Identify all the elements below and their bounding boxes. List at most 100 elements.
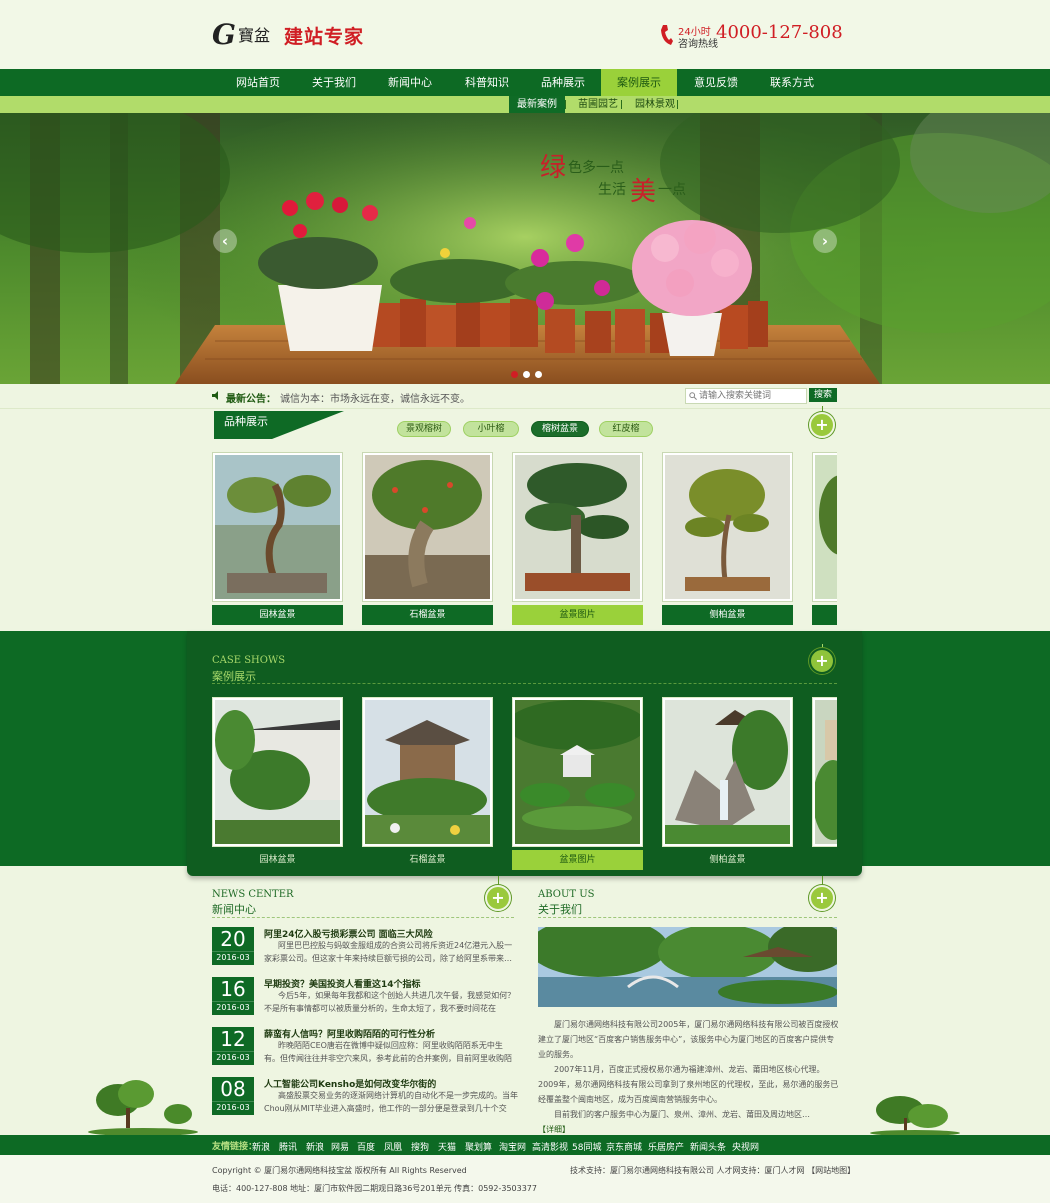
nav-item-feedback[interactable]: 意见反馈 <box>678 69 754 96</box>
hotline: 24小时 咨询热线 4000-127-808 <box>660 22 850 52</box>
news-summary: 阿里巴巴控股与蚂蚁金服组成的合资公司将斥资近24亿港元入股一家彩票公司。但这家十… <box>264 941 513 963</box>
banner-image <box>0 113 1050 384</box>
variety-card[interactable]: 盆景图片 <box>512 452 643 625</box>
varieties-more-plus-icon[interactable]: + <box>809 412 835 438</box>
news-item[interactable]: 16 2016-03 早期投资？美国投资人看重这14个指标 今后5年，如果每年我… <box>212 977 515 1023</box>
nav-item-cases[interactable]: 案例展示 <box>601 69 677 96</box>
footer-support[interactable]: 技术支持：厦门易尔通网络科技有限公司 人才网支持：厦门人才网 【网站地图】 <box>570 1165 855 1176</box>
nav-item-varieties[interactable]: 品种展示 <box>525 69 601 96</box>
case-card[interactable]: 盆景图片 <box>512 697 643 870</box>
banner-prev-button[interactable]: ‹ <box>213 229 237 253</box>
filter-small-leaf-banyan[interactable]: 小叶榕 <box>463 421 519 437</box>
about-title-cn: 关于我们 <box>538 903 582 916</box>
nav-item-about[interactable]: 关于我们 <box>296 69 372 96</box>
friend-links-bar: 友情链接： 新浪 腾讯 新浪 网易 百度 凤凰 搜狗 天猫 聚划算 淘宝网 高清… <box>0 1135 1050 1155</box>
friend-link[interactable]: 淘宝网 <box>499 1140 526 1153</box>
friend-link[interactable]: 聚划算 <box>465 1140 492 1153</box>
search-input[interactable] <box>699 389 801 403</box>
subnav-item-latest[interactable]: 最新案例 <box>509 96 565 113</box>
news-date-month: 2016-03 <box>212 1101 254 1114</box>
news-item[interactable]: 20 2016-03 阿里24亿入股亏损彩票公司 面临三大风险 阿里巴巴控股与蚂… <box>212 927 514 973</box>
friend-link[interactable]: 腾讯 <box>279 1140 297 1153</box>
variety-card-partial[interactable] <box>812 452 837 625</box>
news-summary: 今后5年，如果每年我都和这个创始人共进几次午餐，我感觉如何？不是所有事情都可以被… <box>264 991 516 1013</box>
about-paragraph: 厦门易尔通网络科技有限公司2005年，厦门易尔通网络科技有限公司被百度授权建立了… <box>538 1020 839 1059</box>
friend-link[interactable]: 高清影视 <box>532 1140 568 1153</box>
cases-more-plus-icon[interactable]: + <box>809 648 835 674</box>
banner-slogan-line2-pre: 生活 <box>598 182 626 198</box>
case-label[interactable]: 石榴盆景 <box>362 850 493 870</box>
variety-card[interactable]: 石榴盆景 <box>362 452 493 625</box>
nav-item-home[interactable]: 网站首页 <box>220 69 296 96</box>
news-date: 08 2016-03 <box>212 1077 254 1115</box>
nav-item-contact[interactable]: 联系方式 <box>754 69 830 96</box>
friend-link[interactable]: 网易 <box>331 1140 349 1153</box>
friend-link[interactable]: 天猫 <box>438 1140 456 1153</box>
variety-image-frame <box>812 452 837 602</box>
case-card[interactable]: 园林盆景 <box>212 697 343 870</box>
nav-item-science[interactable]: 科普知识 <box>449 69 525 96</box>
friend-link[interactable]: 乐居房产 <box>648 1140 684 1153</box>
case-card[interactable]: 侧柏盆景 <box>662 697 793 870</box>
banner-dot-1[interactable] <box>511 371 518 378</box>
case-label[interactable]: 园林盆景 <box>212 850 343 870</box>
friend-link[interactable]: 京东商城 <box>606 1140 642 1153</box>
friend-link[interactable]: 新浪 <box>306 1140 324 1153</box>
case-title-en: CASE SHOWS <box>212 655 286 666</box>
filter-banyan-bonsai[interactable]: 榕树盆景 <box>531 421 589 437</box>
filter-red-bark-banyan[interactable]: 红皮榕 <box>599 421 653 437</box>
filter-landscape-banyan[interactable]: 景观榕树 <box>397 421 451 437</box>
rockery-image <box>665 700 790 844</box>
about-more-plus-icon[interactable]: + <box>809 885 835 911</box>
nav-item-news[interactable]: 新闻中心 <box>372 69 448 96</box>
banner-slogan-line1: 色多一点 <box>568 160 624 176</box>
variety-card[interactable]: 侧柏盆景 <box>662 452 793 625</box>
news-item[interactable]: 12 2016-03 薛蛮有人信吗？阿里收购陌陌的可行性分析 昨晚陌陌CEO唐岩… <box>212 1027 514 1073</box>
about-more-link[interactable]: 【详细】 <box>538 1125 570 1134</box>
friend-link[interactable]: 新浪 <box>252 1140 270 1153</box>
subnav-item-nursery[interactable]: 苗圃园艺 <box>578 96 618 113</box>
subnav-item-landscape[interactable]: 园林景观 <box>635 96 675 113</box>
case-label[interactable]: 盆景图片 <box>512 850 643 870</box>
case-label[interactable]: 侧柏盆景 <box>662 850 793 870</box>
case-image-frame <box>512 697 643 847</box>
banner-slogan-big-2: 美 <box>630 177 657 207</box>
hero-banner: 绿 色多一点 生活 美 一点 ‹ › <box>0 113 1050 384</box>
variety-card[interactable]: 园林盆景 <box>212 452 343 625</box>
friend-link[interactable]: 58同城 <box>572 1140 601 1153</box>
variety-label[interactable]: 园林盆景 <box>212 605 343 625</box>
variety-label[interactable]: 侧柏盆景 <box>662 605 793 625</box>
case-card[interactable]: 石榴盆景 <box>362 697 493 870</box>
banner-dot-2[interactable] <box>523 371 530 378</box>
friend-link[interactable]: 央视网 <box>732 1140 759 1153</box>
friend-link[interactable]: 搜狗 <box>411 1140 429 1153</box>
friend-link[interactable]: 凤凰 <box>384 1140 402 1153</box>
variety-label[interactable]: 石榴盆景 <box>362 605 493 625</box>
notice-text[interactable]: 诚信为本：市场永远在变，诚信永远不变。 <box>280 390 470 405</box>
case-image-frame <box>812 697 837 847</box>
friend-link[interactable]: 百度 <box>357 1140 375 1153</box>
topiary-image <box>515 700 640 844</box>
site-logo[interactable]: G 寶盆 建站专家 <box>212 18 392 52</box>
banner-dot-3[interactable] <box>535 371 542 378</box>
about-image <box>538 927 837 1007</box>
news-summary: 高盛股票交易业务的逐渐网络计算机的自动化不是一步完成的。当年Chou刚从MIT毕… <box>264 1091 518 1113</box>
news-more-plus-icon[interactable]: + <box>485 885 511 911</box>
news-summary: 昨晚陌陌CEO唐岩在微博中疑似回应称：阿里收购陌陌系无中生有。但传闻往往并非空穴… <box>264 1041 512 1063</box>
case-card-partial[interactable] <box>812 697 837 870</box>
about-divider <box>538 917 837 919</box>
search-button[interactable]: 搜索 <box>809 388 837 402</box>
phone-icon <box>661 25 673 45</box>
garden-image <box>815 700 837 844</box>
notice-bar: 最新公告： 诚信为本：市场永远在变，诚信永远不变。 <box>0 384 1050 409</box>
subnav-separator <box>621 100 622 109</box>
friend-link[interactable]: 新闻头条 <box>690 1140 726 1153</box>
variety-image-frame <box>212 452 343 602</box>
search-icon <box>689 392 697 400</box>
about-paragraph: 2007年11月，百度正式授权易尔通为福建漳州、龙岩、莆田地区核心代理。2009… <box>538 1065 839 1104</box>
decorative-tree-left <box>88 1080 198 1135</box>
banner-next-button[interactable]: › <box>813 229 837 253</box>
variety-image-frame <box>662 452 793 602</box>
variety-label[interactable]: 盆景图片 <box>512 605 643 625</box>
news-item[interactable]: 08 2016-03 人工智能公司Kensho是如何改变华尔街的 高盛股票交易业… <box>212 1077 518 1123</box>
